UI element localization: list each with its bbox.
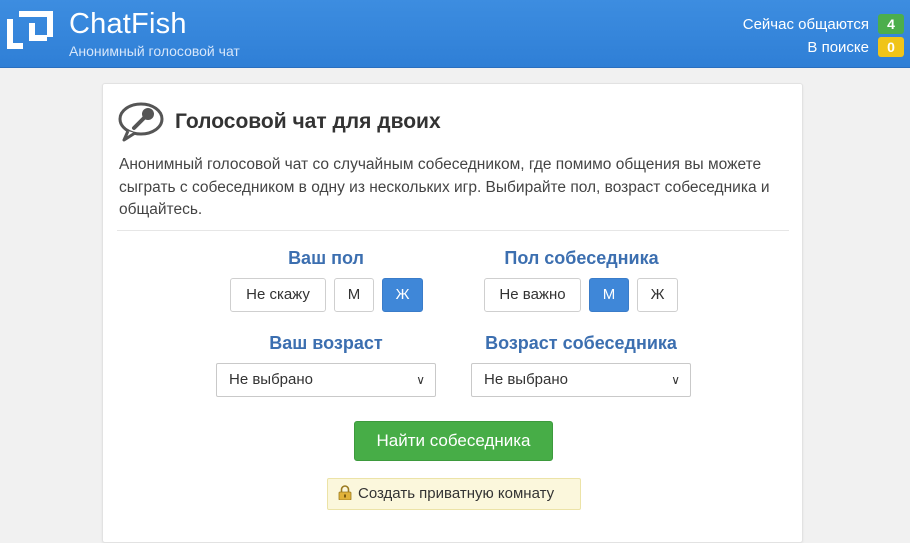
- partner-gender-group: Не важно М Ж: [484, 278, 678, 312]
- my-age-value: Не выбрано: [229, 371, 313, 388]
- microphone-chat-icon: [118, 102, 164, 142]
- card-description: Анонимный голосовой чат со случайным соб…: [119, 156, 770, 218]
- my-age-label: Ваш возраст: [269, 333, 383, 353]
- chatfish-logo-icon[interactable]: [7, 9, 55, 57]
- stat-searching: В поиске 0: [807, 37, 904, 57]
- divider: [117, 230, 789, 231]
- stat-chatting: Сейчас общаются 4: [743, 14, 904, 34]
- partner-gender-label: Пол собеседника: [504, 248, 659, 268]
- partner-age-select[interactable]: Не выбрано ∨: [471, 363, 691, 397]
- create-private-room-label: Создать приватную комнату: [358, 485, 555, 502]
- chevron-down-icon: ∨: [416, 373, 425, 387]
- stat-chatting-badge: 4: [878, 14, 904, 34]
- find-partner-button[interactable]: Найти собеседника: [354, 421, 553, 461]
- app-header: ChatFish Анонимный голосовой чат Сейчас …: [0, 0, 910, 68]
- lock-icon: [338, 485, 352, 500]
- create-private-room-button[interactable]: Создать приватную комнату: [327, 478, 581, 510]
- partner-age-value: Не выбрано: [484, 371, 568, 388]
- card-title: Голосовой чат для двоих: [175, 110, 441, 133]
- stat-searching-label: В поиске: [807, 38, 869, 56]
- partner-gender-male-button[interactable]: М: [589, 278, 629, 312]
- my-gender-label: Ваш пол: [288, 248, 364, 268]
- brand-tagline: Анонимный голосовой чат: [69, 43, 240, 59]
- partner-age-label: Возраст собеседника: [485, 333, 677, 353]
- my-gender-female-button[interactable]: Ж: [382, 278, 423, 312]
- brand-name[interactable]: ChatFish: [69, 8, 187, 41]
- partner-gender-any-button[interactable]: Не важно: [484, 278, 581, 312]
- my-age-select[interactable]: Не выбрано ∨: [216, 363, 436, 397]
- my-gender-group: Не скажу М Ж: [230, 278, 423, 312]
- chevron-down-icon: ∨: [671, 373, 680, 387]
- voice-chat-card: Голосовой чат для двоих Анонимный голосо…: [102, 83, 803, 543]
- my-gender-undisclosed-button[interactable]: Не скажу: [230, 278, 326, 312]
- stat-chatting-label: Сейчас общаются: [742, 15, 869, 33]
- stat-searching-badge: 0: [878, 37, 904, 57]
- my-gender-male-button[interactable]: М: [334, 278, 374, 312]
- partner-gender-female-button[interactable]: Ж: [637, 278, 678, 312]
